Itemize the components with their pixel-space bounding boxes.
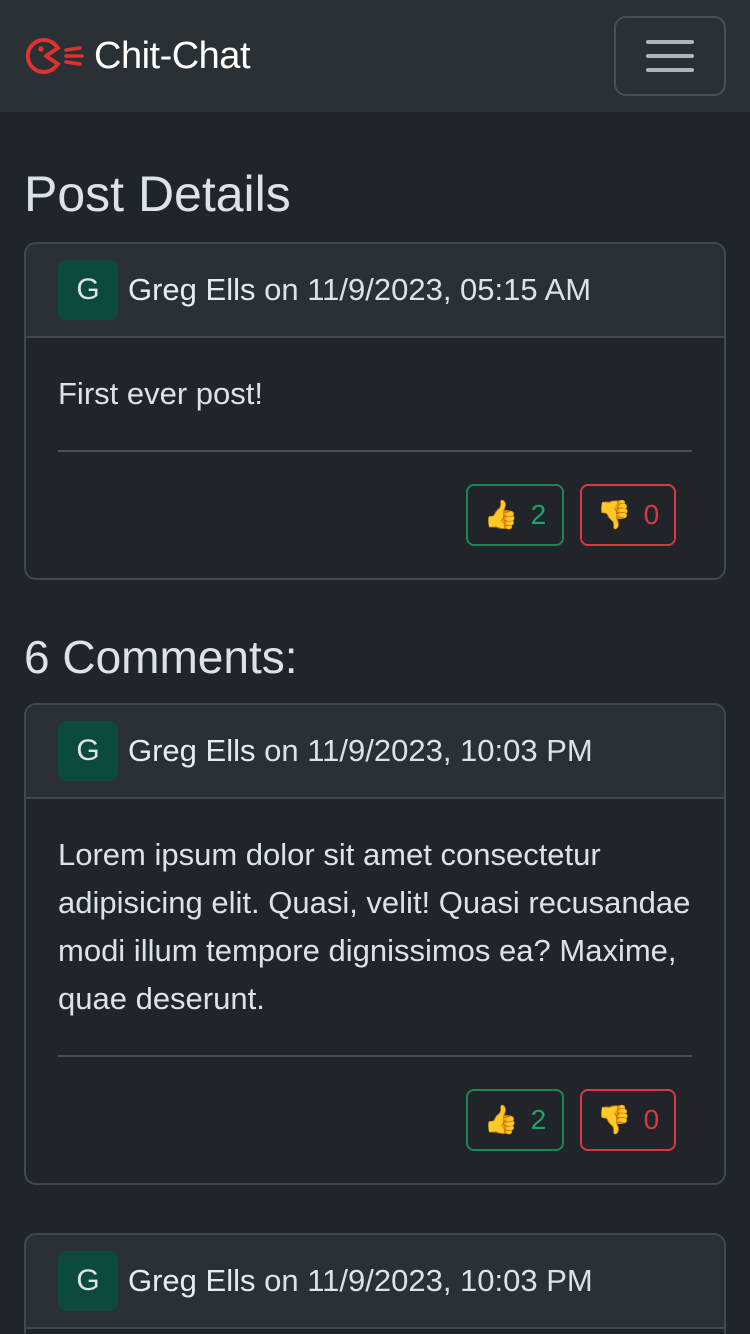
- dislike-button[interactable]: 👎 0: [580, 1088, 676, 1151]
- author-name[interactable]: Greg Ells: [128, 1263, 255, 1298]
- on-label: on: [264, 272, 299, 307]
- like-count: 2: [530, 499, 547, 530]
- page-title: Post Details: [24, 166, 291, 222]
- avatar[interactable]: G: [58, 1250, 118, 1311]
- brand-name: Chit-Chat: [94, 34, 251, 77]
- comment-content: Lorem ipsum dolor sit amet consectetur a…: [58, 836, 691, 1016]
- comment-header: G Greg Ells on 11/9/2023, 10:03 PM: [26, 1234, 724, 1329]
- post-body: First ever post! 👍 2 👎 0: [26, 338, 724, 578]
- navbar: Chit-Chat: [0, 0, 750, 112]
- pacman-chat-logo-icon: [24, 33, 86, 79]
- post-card: G Greg Ells on 11/9/2023, 05:15 AM First…: [24, 242, 726, 580]
- comment-header: G Greg Ells on 11/9/2023, 10:03 PM: [26, 704, 724, 799]
- reaction-bar: 👍 2 👎 0: [58, 484, 692, 546]
- comment-meta: Greg Ells on 11/9/2023, 10:03 PM: [128, 1263, 593, 1299]
- dislike-count: 0: [643, 499, 660, 530]
- like-button[interactable]: 👍 2: [466, 484, 564, 546]
- brand-link[interactable]: Chit-Chat: [24, 33, 251, 79]
- comment-body: Lorem ipsum dolor sit amet consectetur a…: [26, 799, 724, 1183]
- thumbs-up-icon: 👍: [483, 1103, 519, 1135]
- hamburger-menu-icon: [646, 68, 694, 72]
- thumbs-down-icon: 👎: [596, 499, 632, 530]
- dislike-button[interactable]: 👎 0: [580, 484, 676, 546]
- comments-title: 6 Comments:: [24, 631, 298, 683]
- author-name[interactable]: Greg Ells: [128, 733, 255, 768]
- hamburger-menu-icon: [646, 40, 694, 44]
- timestamp: 11/9/2023, 10:03 PM: [307, 732, 593, 768]
- comment-card: G Greg Ells on 11/9/2023, 10:03 PM Lorem…: [24, 702, 726, 1185]
- comment-body: [26, 1329, 724, 1334]
- comment-meta: Greg Ells on 11/9/2023, 10:03 PM: [128, 733, 593, 769]
- reaction-bar: 👍 2 👎 0: [58, 1088, 692, 1151]
- on-label: on: [264, 732, 299, 768]
- divider: [58, 1054, 692, 1057]
- post-meta: Greg Ells on 11/9/2023, 05:15 AM: [128, 272, 591, 308]
- avatar[interactable]: G: [58, 720, 118, 781]
- timestamp: 11/9/2023, 10:03 PM: [307, 1262, 593, 1298]
- avatar[interactable]: G: [58, 260, 118, 320]
- like-button[interactable]: 👍 2: [466, 1088, 564, 1151]
- author-name[interactable]: Greg Ells: [128, 272, 255, 307]
- post-header: G Greg Ells on 11/9/2023, 05:15 AM: [26, 244, 724, 338]
- timestamp: 11/9/2023, 05:15 AM: [307, 272, 592, 307]
- thumbs-down-icon: 👎: [596, 1103, 632, 1135]
- on-label: on: [264, 1262, 299, 1298]
- divider: [58, 450, 692, 452]
- main-content: Post Details G Greg Ells on 11/9/2023, 0…: [0, 167, 750, 1334]
- nav-toggle-button[interactable]: [614, 16, 726, 96]
- dislike-count: 0: [643, 1103, 660, 1135]
- thumbs-up-icon: 👍: [483, 499, 519, 530]
- like-count: 2: [530, 1103, 547, 1135]
- post-content: First ever post!: [58, 376, 263, 411]
- comment-card: G Greg Ells on 11/9/2023, 10:03 PM: [24, 1232, 726, 1334]
- hamburger-menu-icon: [646, 54, 694, 58]
